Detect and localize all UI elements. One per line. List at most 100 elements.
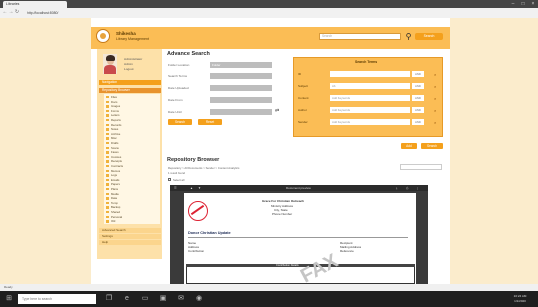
mail-icon[interactable]: ✉: [176, 294, 186, 304]
search-row-operator-select[interactable]: AND: [412, 83, 424, 89]
search-row-input[interactable]: [330, 71, 410, 77]
viewer-toolbar: ☰ ▲ ▼ Document preview ⤓ ⎙ ⋮: [170, 185, 428, 191]
user-role: Admin: [124, 62, 133, 66]
tree-item[interactable]: Images: [106, 104, 120, 108]
left-backdrop: [0, 18, 91, 284]
tree-item[interactable]: Archive: [106, 132, 120, 136]
swap-icon[interactable]: ⇄: [275, 109, 280, 114]
tree-item[interactable]: Contracts: [106, 164, 123, 168]
doc-left-label: Contribution: [188, 249, 205, 253]
sidebar-item-advanced-search[interactable]: Advanced Search: [99, 228, 161, 233]
edge-icon[interactable]: e: [122, 294, 132, 304]
search-row-operator-select[interactable]: AND: [412, 107, 424, 113]
tree-item[interactable]: Misc: [106, 136, 117, 140]
refresh-icon[interactable]: ↻: [14, 9, 20, 16]
search-button[interactable]: Search: [168, 119, 192, 125]
search-row-input[interactable]: Add Keywords: [330, 107, 410, 113]
sidebar-item-settings[interactable]: Settings: [99, 234, 161, 239]
search-terms-input[interactable]: [210, 73, 272, 79]
menu-icon[interactable]: ☰: [174, 185, 177, 191]
tree-item[interactable]: Papers: [106, 182, 120, 186]
status-bar: Ready: [0, 284, 538, 291]
tree-item[interactable]: Backup: [106, 205, 120, 209]
maximize-icon[interactable]: □: [518, 0, 528, 8]
tree-item[interactable]: Data: [106, 196, 117, 200]
tree-item[interactable]: Letters: [106, 113, 120, 117]
search-row-input[interactable]: Add Keywords: [330, 119, 410, 125]
tree-item[interactable]: Logs: [106, 173, 117, 177]
date-uploaded-input[interactable]: [210, 85, 272, 91]
breadcrumb[interactable]: Repository > All Documents > Sender > Co…: [168, 166, 239, 170]
tree-item[interactable]: Reports: [106, 118, 121, 122]
remove-row-icon[interactable]: ×: [434, 108, 439, 113]
windows-icon[interactable]: ⊞: [4, 294, 14, 304]
add-term-button[interactable]: Add: [401, 143, 417, 149]
tree-item[interactable]: Media: [106, 192, 119, 196]
tree-item[interactable]: Records: [106, 123, 121, 127]
doc-org-phone: Phone Number: [272, 212, 293, 216]
stamp-icon: [188, 201, 208, 221]
clock-date: 1/1/2020: [514, 299, 526, 303]
tree-item[interactable]: Drafts: [106, 141, 118, 145]
tree-item[interactable]: Temp: [106, 201, 118, 205]
panel-search-button[interactable]: Search: [421, 143, 443, 149]
taskbar-clock[interactable]: 10:24 AM 1/1/2020: [505, 294, 535, 304]
remove-row-icon[interactable]: ×: [434, 96, 439, 101]
page-up-icon[interactable]: ▲: [190, 185, 193, 191]
tree-item[interactable]: Notes: [106, 127, 118, 131]
logo[interactable]: [96, 29, 110, 43]
taskbar-search-input[interactable]: Type here to search: [18, 294, 96, 304]
remove-row-icon[interactable]: ×: [434, 72, 439, 77]
date-until-input[interactable]: [210, 109, 272, 115]
folder-location-input[interactable]: Folder: [210, 62, 272, 68]
sidebar-item-help[interactable]: Help: [99, 240, 161, 245]
viewer-toolbar-label: Document preview: [286, 186, 311, 190]
date-from-input[interactable]: [210, 97, 272, 103]
minimize-icon[interactable]: –: [508, 0, 518, 8]
remove-row-icon[interactable]: ×: [434, 84, 439, 89]
tree-item[interactable]: Forms: [106, 109, 119, 113]
close-icon[interactable]: ×: [528, 0, 538, 8]
tree-item[interactable]: Memos: [106, 169, 120, 173]
logout-link[interactable]: Logout: [124, 67, 133, 71]
search-row-operator-select[interactable]: AND: [412, 119, 424, 125]
tree-item[interactable]: Old: [106, 219, 115, 223]
search-row-label: ID: [298, 72, 301, 76]
sidebar-item-repository[interactable]: Repository Browser: [99, 88, 161, 93]
reset-button[interactable]: Reset: [198, 119, 222, 125]
search-row-input[interactable]: Add Keywords: [330, 95, 410, 101]
folder-icon[interactable]: ▭: [140, 294, 150, 304]
store-icon[interactable]: ▣: [158, 294, 168, 304]
print-icon[interactable]: ⎙: [406, 185, 408, 191]
tree-item[interactable]: Faxes: [106, 150, 119, 154]
header-search-button[interactable]: Search: [415, 33, 443, 40]
browser-tab[interactable]: Libraries: [3, 1, 67, 8]
header-search-input[interactable]: Search: [319, 33, 401, 40]
url-field[interactable]: http://localhost:8080/: [27, 10, 177, 16]
search-row-label: Subject: [298, 84, 309, 88]
download-icon[interactable]: ⤓: [396, 185, 397, 191]
repository-filter-input[interactable]: [400, 164, 442, 170]
remove-row-icon[interactable]: ×: [434, 120, 439, 125]
task-view-icon[interactable]: ❐: [104, 294, 114, 304]
select-all-checkbox[interactable]: [168, 178, 171, 181]
tree-item[interactable]: Docs: [106, 100, 117, 104]
tree-item[interactable]: Files: [106, 95, 117, 99]
brand-subtitle: Library Management: [116, 37, 149, 41]
tree-item[interactable]: Emails: [106, 178, 119, 182]
page-down-icon[interactable]: ▼: [198, 185, 201, 191]
tree-item[interactable]: Scans: [106, 146, 119, 150]
tree-item[interactable]: Shared: [106, 210, 120, 214]
repository-title: Repository Browser: [167, 157, 220, 163]
tree-item[interactable]: Plans: [106, 187, 118, 191]
search-row-operator-select[interactable]: AND: [412, 71, 424, 77]
tree-item[interactable]: Invoices: [106, 155, 121, 159]
tree-item[interactable]: Receipts: [106, 159, 122, 163]
search-icon[interactable]: ⚲: [404, 32, 413, 41]
chrome-icon[interactable]: ◉: [194, 294, 204, 304]
search-row-input[interactable]: Ab: [330, 83, 410, 89]
search-row-operator-select[interactable]: AND: [412, 95, 424, 101]
more-icon[interactable]: ⋮: [416, 185, 419, 191]
tree-item[interactable]: Personal: [106, 215, 122, 219]
sidebar-head[interactable]: Navigation: [99, 80, 161, 85]
